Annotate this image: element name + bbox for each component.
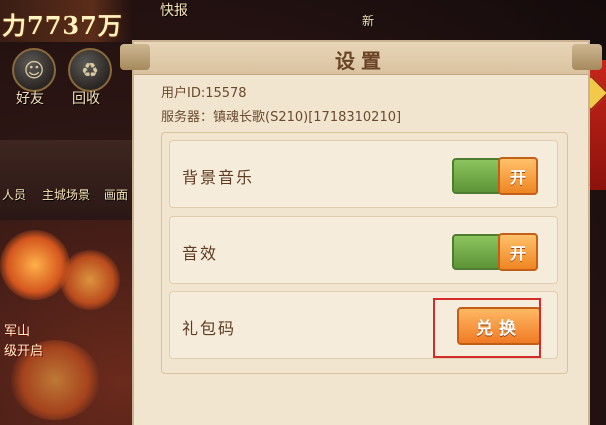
new-badge: 新 — [362, 14, 375, 28]
power-banner: 力7737万 — [0, 0, 132, 42]
combat-power: 力7737万 — [2, 11, 123, 40]
setting-row-bgm: 背景音乐 开 — [169, 140, 558, 208]
sfx-toggle-knob[interactable]: 开 — [498, 233, 538, 271]
dialog-header: 设置 — [120, 42, 602, 75]
lantern-decoration-2 — [60, 250, 120, 310]
redeem-highlight-box — [433, 298, 541, 358]
recycle-icon[interactable]: ♻ — [68, 48, 112, 92]
sfx-label: 音效 — [182, 244, 219, 263]
lantern-decoration — [0, 230, 70, 300]
server-info-text: 服务器：镇魂长歌(S210)[1718310210] — [161, 110, 402, 125]
side-item-graphics[interactable]: 画面 — [104, 186, 128, 203]
bgm-toggle[interactable]: 开 — [452, 157, 538, 195]
side-item-city-scene[interactable]: 主城场景 — [42, 186, 90, 203]
news-button[interactable]: 快报 — [160, 0, 188, 20]
dialog-title: 设置 — [335, 49, 387, 73]
recycle-label: 回收 — [72, 91, 100, 107]
setting-row-sfx: 音效 开 — [169, 216, 558, 284]
bgm-label: 背景音乐 — [182, 168, 255, 187]
bgm-toggle-knob[interactable]: 开 — [498, 157, 538, 195]
side-item-personnel[interactable]: 人员 — [2, 186, 26, 203]
event-label-unlock: 级开启 — [4, 344, 44, 359]
event-label-army: 军山 — [4, 324, 31, 339]
friends-label: 好友 — [16, 91, 44, 107]
user-id-text: 用户ID:15578 — [161, 86, 247, 101]
side-menu-strip — [0, 140, 132, 220]
friends-icon[interactable]: ☺ — [12, 48, 56, 92]
sfx-toggle[interactable]: 开 — [452, 233, 538, 271]
settings-dialog: 设置 用户ID:15578 服务器：镇魂长歌(S210)[1718310210]… — [120, 40, 602, 425]
gift-code-label: 礼包码 — [182, 319, 237, 338]
